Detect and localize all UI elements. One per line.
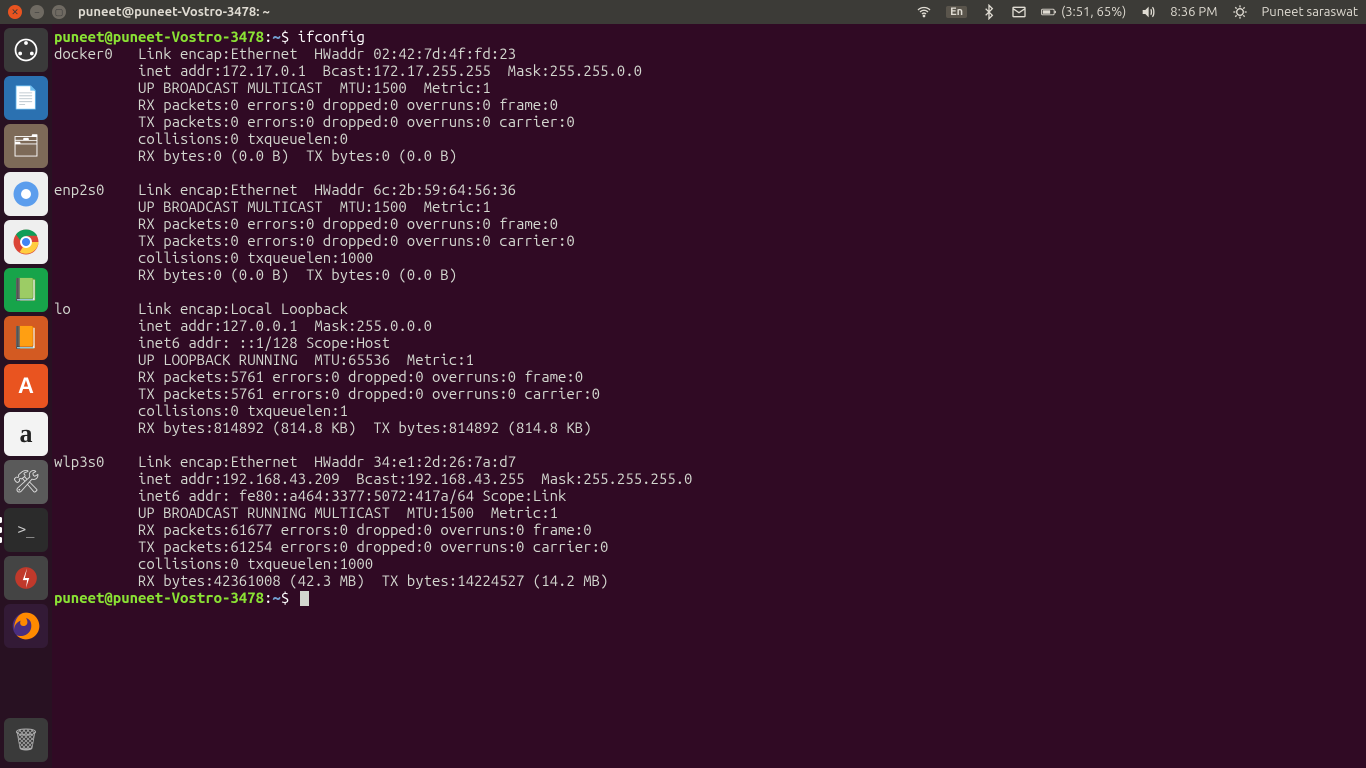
writer-icon[interactable]: 📄 — [4, 76, 48, 120]
calc-icon[interactable]: 📗 — [4, 268, 48, 312]
top-panel: ✕ – ▢ puneet@puneet-Vostro-3478: ~ En (3… — [0, 0, 1366, 24]
battery-indicator[interactable]: (3:51, 65%) — [1041, 4, 1126, 20]
amazon-icon[interactable]: a — [4, 412, 48, 456]
window-controls: ✕ – ▢ — [8, 5, 66, 19]
system-tray: En (3:51, 65%) 8:36 PM Puneet saraswat — [916, 4, 1358, 20]
mail-icon[interactable] — [1011, 4, 1027, 20]
power-icon[interactable] — [1232, 4, 1248, 20]
prompt-end: $ — [281, 28, 298, 45]
settings-icon[interactable]: 🛠 — [4, 460, 48, 504]
prompt-user: puneet@puneet-Vostro-3478 — [54, 28, 264, 45]
prompt-path: ~ — [272, 28, 280, 45]
chromium-icon[interactable] — [4, 172, 48, 216]
window-maximize-button[interactable]: ▢ — [52, 5, 66, 19]
impress-icon[interactable]: 📙 — [4, 316, 48, 360]
keyboard-layout-indicator[interactable]: En — [946, 6, 967, 18]
window-close-button[interactable]: ✕ — [8, 5, 22, 19]
terminal-icon[interactable]: >_ — [4, 508, 48, 552]
firefox-icon[interactable] — [4, 604, 48, 648]
window-minimize-button[interactable]: – — [30, 5, 44, 19]
battery-text: (3:51, 65%) — [1061, 5, 1126, 19]
crash-icon[interactable] — [4, 556, 48, 600]
wifi-icon[interactable] — [916, 4, 932, 20]
window-title: puneet@puneet-Vostro-3478: ~ — [78, 5, 270, 19]
trash-icon[interactable]: 🗑 — [4, 718, 48, 762]
terminal-cursor — [300, 591, 309, 606]
chrome-icon[interactable] — [4, 220, 48, 264]
bluetooth-icon[interactable] — [981, 4, 997, 20]
volume-icon[interactable] — [1140, 4, 1156, 20]
dash-icon[interactable] — [4, 28, 48, 72]
unity-launcher: 📄 🗂 📗 📙 A a 🛠 >_ 🗑 — [0, 24, 52, 768]
command-text: ifconfig — [298, 28, 365, 45]
session-user[interactable]: Puneet saraswat — [1262, 5, 1359, 19]
prompt-user-2: puneet@puneet-Vostro-3478 — [54, 589, 264, 606]
command-output: docker0 Link encap:Ethernet HWaddr 02:42… — [54, 45, 692, 589]
terminal-content[interactable]: puneet@puneet-Vostro-3478:~$ ifconfig do… — [52, 24, 1366, 768]
files-icon[interactable]: 🗂 — [4, 124, 48, 168]
software-icon[interactable]: A — [4, 364, 48, 408]
clock[interactable]: 8:36 PM — [1170, 5, 1217, 19]
